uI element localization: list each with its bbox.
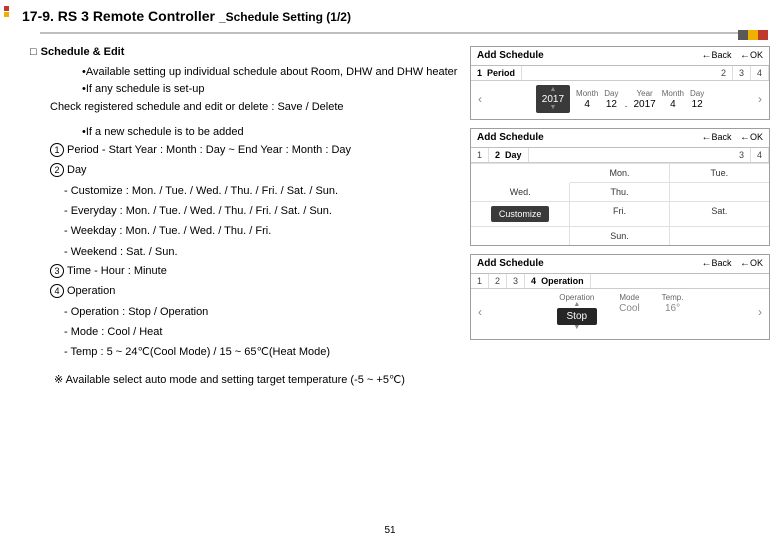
step-1[interactable]: 1 bbox=[471, 148, 489, 162]
step-3[interactable]: 3 bbox=[733, 148, 751, 162]
brand-mark bbox=[4, 6, 14, 24]
prev-icon[interactable]: ‹ bbox=[475, 92, 485, 106]
step-2[interactable]: 2 bbox=[715, 66, 733, 80]
end-month[interactable]: 4 bbox=[670, 98, 676, 110]
item-time: 3Time - Hour : Minute bbox=[50, 262, 460, 282]
back-button[interactable]: Back bbox=[701, 258, 731, 268]
day-wed[interactable]: Wed. bbox=[471, 183, 570, 202]
panel2-title: Add Schedule bbox=[477, 132, 544, 143]
op-temp: - Temp : 5 ~ 24℃(Cool Mode) / 15 ~ 65℃(H… bbox=[64, 342, 460, 362]
start-month[interactable]: 4 bbox=[584, 98, 590, 110]
panel-period: Add Schedule Back OK 1 Period 2 3 4 ‹ bbox=[470, 46, 770, 120]
step-2[interactable]: 2 Day bbox=[489, 148, 529, 162]
panel-day: Add Schedule Back OK 1 2 Day 3 4 Mon. bbox=[470, 128, 770, 246]
page-subtitle: _Schedule Setting (1/2) bbox=[219, 10, 351, 24]
start-day[interactable]: 12 bbox=[606, 98, 617, 110]
label-day: Day bbox=[604, 89, 618, 98]
divider bbox=[0, 30, 780, 36]
label-month2: Month bbox=[662, 89, 684, 98]
panel-operation: Add Schedule Back OK 1 2 3 4 Operation ‹ bbox=[470, 254, 770, 340]
panel3-title: Add Schedule bbox=[477, 258, 544, 269]
text-check-registered: Check registered schedule and edit or de… bbox=[50, 98, 460, 118]
step-3[interactable]: 3 bbox=[733, 66, 751, 80]
step-4[interactable]: 4 Operation bbox=[525, 274, 591, 288]
item-period: 1Period - Start Year : Month : Day ~ End… bbox=[50, 141, 460, 161]
page-title: 17-9. RS 3 Remote Controller bbox=[22, 8, 215, 24]
end-year[interactable]: 2017 bbox=[634, 98, 656, 110]
prev-icon[interactable]: ‹ bbox=[475, 305, 485, 319]
day-everyday: - Everyday : Mon. / Tue. / Wed. / Thu. /… bbox=[64, 201, 460, 221]
op-mode: - Mode : Cool / Heat bbox=[64, 322, 460, 342]
back-button[interactable]: Back bbox=[701, 50, 731, 60]
label-mode: Mode bbox=[619, 293, 639, 302]
page-number: 51 bbox=[384, 525, 395, 536]
start-year[interactable]: ▲2017▼ bbox=[536, 85, 570, 113]
panel1-title: Add Schedule bbox=[477, 50, 544, 61]
day-thu[interactable]: Thu. bbox=[570, 183, 669, 202]
step-2[interactable]: 2 bbox=[489, 274, 507, 288]
mode-value[interactable]: Cool bbox=[619, 302, 640, 314]
label-temp: Temp. bbox=[662, 293, 684, 302]
ok-button[interactable]: OK bbox=[740, 132, 763, 142]
availability-note: ※ Available select auto mode and setting… bbox=[54, 371, 460, 391]
step-4[interactable]: 4 bbox=[751, 148, 769, 162]
day-fri[interactable]: Fri. bbox=[570, 202, 669, 227]
back-button[interactable]: Back bbox=[701, 132, 731, 142]
step-1[interactable]: 1 bbox=[471, 274, 489, 288]
day-customize-button[interactable]: Customize bbox=[471, 202, 570, 227]
day-mon[interactable]: Mon. bbox=[570, 164, 669, 183]
day-customize: - Customize : Mon. / Tue. / Wed. / Thu. … bbox=[64, 181, 460, 201]
temp-value[interactable]: 16° bbox=[665, 302, 680, 314]
day-sat[interactable]: Sat. bbox=[670, 202, 769, 227]
next-icon[interactable]: › bbox=[755, 305, 765, 319]
next-icon[interactable]: › bbox=[755, 92, 765, 106]
step-1[interactable]: 1 Period bbox=[471, 66, 522, 80]
day-weekday: - Weekday : Mon. / Tue. / Wed. / Thu. / … bbox=[64, 221, 460, 241]
step-4[interactable]: 4 bbox=[751, 66, 769, 80]
operation-value[interactable]: Stop bbox=[557, 308, 598, 325]
end-day[interactable]: 12 bbox=[692, 98, 703, 110]
bullet-available: Available setting up individual schedule… bbox=[82, 64, 460, 81]
label-month: Month bbox=[576, 89, 598, 98]
day-sun[interactable]: Sun. bbox=[570, 227, 669, 245]
bullet-if-setup: If any schedule is set-up bbox=[82, 81, 460, 98]
ok-button[interactable]: OK bbox=[740, 258, 763, 268]
day-weekend: - Weekend : Sat. / Sun. bbox=[64, 242, 460, 262]
label-year: Year bbox=[637, 89, 653, 98]
step-3[interactable]: 3 bbox=[507, 274, 525, 288]
label-day2: Day bbox=[690, 89, 704, 98]
bullet-new-schedule: If a new schedule is to be added bbox=[82, 124, 460, 141]
op-operation: - Operation : Stop / Operation bbox=[64, 302, 460, 322]
item-operation: 4Operation bbox=[50, 282, 460, 302]
day-tue[interactable]: Tue. bbox=[670, 164, 769, 183]
ok-button[interactable]: OK bbox=[740, 50, 763, 60]
item-day: 2Day bbox=[50, 161, 460, 181]
section-heading: Schedule & Edit bbox=[30, 46, 460, 58]
